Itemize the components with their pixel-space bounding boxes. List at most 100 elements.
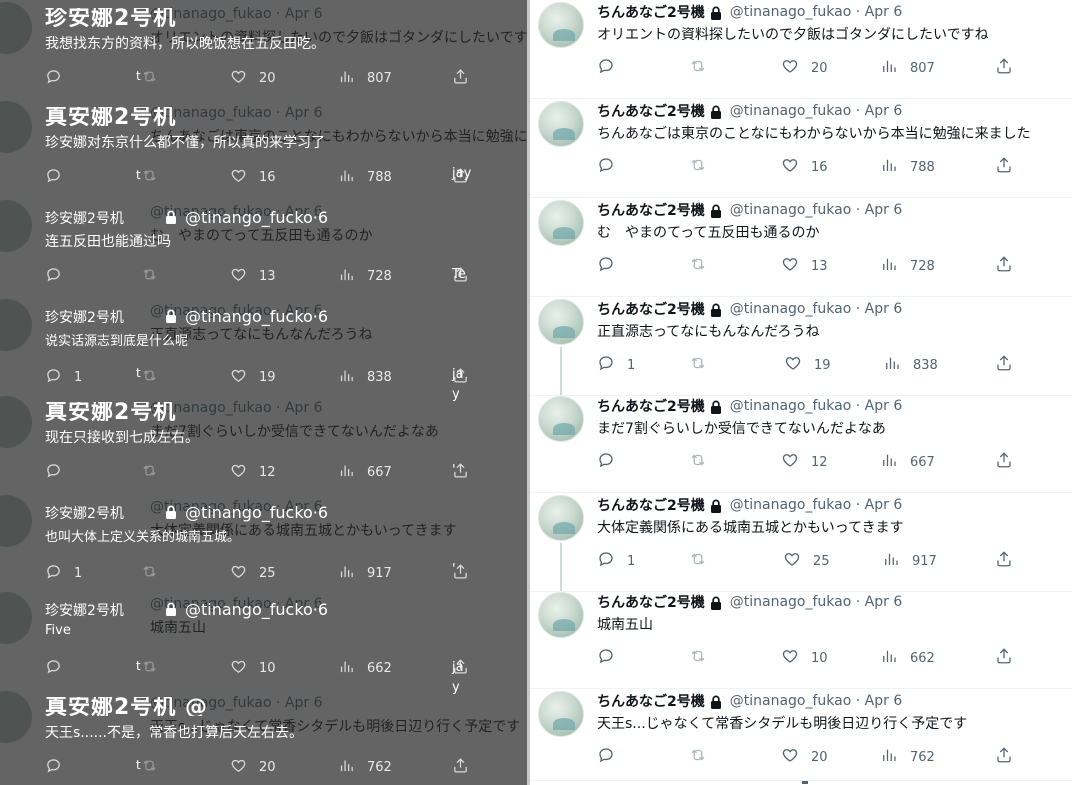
- display-name[interactable]: ちんあなご2号機: [597, 691, 705, 711]
- like-button[interactable]: 13: [230, 266, 276, 287]
- reply-button[interactable]: [597, 255, 627, 277]
- handle-date[interactable]: @tinanago_fukao · Apr 6: [730, 497, 902, 513]
- like-button[interactable]: 19: [230, 367, 276, 388]
- reply-button[interactable]: [45, 167, 74, 188]
- display-name[interactable]: ちんあなご2号機: [597, 495, 705, 515]
- like-button[interactable]: 10: [781, 647, 828, 669]
- tweet-card[interactable]: ちんあなご2号機 @tinanago_fukao · Apr 6 まだ7割ぐらいしか…: [530, 394, 1072, 493]
- like-button[interactable]: 20: [230, 68, 276, 89]
- reply-button[interactable]: 1: [45, 367, 82, 388]
- handle-date[interactable]: @tinanago_fukao · Apr 6: [730, 594, 902, 610]
- display-name[interactable]: ちんあなご2号機: [597, 2, 705, 22]
- reply-button[interactable]: [45, 658, 74, 679]
- views-button[interactable]: 662: [338, 658, 392, 679]
- like-button[interactable]: 16: [230, 167, 276, 188]
- reply-button[interactable]: [597, 156, 627, 178]
- share-button[interactable]: [995, 746, 1013, 768]
- retweet-button[interactable]: [141, 462, 158, 483]
- handle-date[interactable]: @tinanago_fukao · Apr 6: [730, 202, 902, 218]
- tweet-card[interactable]: ちんあなご2号機 @tinanago_fukao · Apr 6 大体定義関係にある…: [530, 493, 1072, 592]
- like-button[interactable]: 20: [781, 57, 828, 79]
- views-button[interactable]: 838: [883, 354, 938, 376]
- share-button[interactable]: [452, 68, 469, 89]
- views-button[interactable]: 838: [338, 367, 392, 388]
- views-button[interactable]: 762: [880, 746, 935, 768]
- share-button[interactable]: [452, 757, 469, 778]
- views-button[interactable]: 788: [880, 156, 935, 178]
- reply-button[interactable]: [45, 757, 74, 778]
- retweet-button[interactable]: [689, 156, 707, 178]
- retweet-button[interactable]: [689, 746, 707, 768]
- views-button[interactable]: 788: [338, 167, 392, 188]
- share-button[interactable]: [995, 451, 1013, 473]
- share-button[interactable]: [995, 255, 1013, 277]
- reply-button[interactable]: [597, 451, 627, 473]
- views-button[interactable]: 917: [338, 563, 392, 584]
- reply-button[interactable]: 1: [597, 550, 635, 572]
- reply-button[interactable]: [597, 746, 627, 768]
- avatar[interactable]: [538, 101, 584, 147]
- like-button[interactable]: 10: [230, 658, 276, 679]
- retweet-button[interactable]: [141, 563, 158, 584]
- display-name[interactable]: ちんあなご2号機: [597, 200, 705, 220]
- avatar[interactable]: [538, 396, 584, 442]
- views-button[interactable]: 667: [338, 462, 392, 483]
- like-button[interactable]: 19: [784, 354, 831, 376]
- retweet-button[interactable]: [689, 451, 707, 473]
- display-name[interactable]: ちんあなご2号機: [597, 592, 705, 612]
- avatar[interactable]: [538, 691, 584, 737]
- reply-button[interactable]: [597, 57, 627, 79]
- like-button[interactable]: 20: [781, 746, 828, 768]
- reply-button[interactable]: [45, 266, 74, 287]
- share-button[interactable]: [995, 156, 1013, 178]
- like-button[interactable]: 12: [781, 451, 828, 473]
- handle-date[interactable]: @tinanago_fukao · Apr 6: [730, 4, 902, 20]
- tweet-card[interactable]: ちんあなご2号機 @tinanago_fukao · Apr 6 む やまのてって五…: [530, 198, 1072, 297]
- avatar[interactable]: [538, 299, 584, 345]
- like-button[interactable]: 16: [781, 156, 828, 178]
- retweet-button[interactable]: [141, 68, 158, 89]
- reply-button[interactable]: [597, 647, 627, 669]
- display-name[interactable]: ちんあなご2号機: [597, 299, 705, 319]
- views-button[interactable]: 662: [880, 647, 935, 669]
- views-button[interactable]: 807: [880, 57, 935, 79]
- views-button[interactable]: 762: [338, 757, 392, 778]
- retweet-button[interactable]: [689, 354, 707, 376]
- retweet-button[interactable]: [689, 647, 707, 669]
- reply-button[interactable]: 1: [45, 563, 82, 584]
- retweet-button[interactable]: [689, 57, 707, 79]
- reply-button[interactable]: [45, 68, 74, 89]
- avatar[interactable]: [538, 200, 584, 246]
- retweet-button[interactable]: [141, 757, 158, 778]
- like-button[interactable]: 25: [230, 563, 276, 584]
- display-name[interactable]: ちんあなご2号機: [597, 396, 705, 416]
- avatar[interactable]: [538, 2, 584, 48]
- tweet-card[interactable]: ちんあなご2号機 @tinanago_fukao · Apr 6 天王s...じゃな…: [530, 689, 1072, 781]
- retweet-button[interactable]: [141, 658, 158, 679]
- avatar[interactable]: [538, 592, 584, 638]
- avatar[interactable]: [538, 495, 584, 541]
- handle-date[interactable]: @tinanago_fukao · Apr 6: [730, 693, 902, 709]
- share-button[interactable]: [995, 550, 1013, 572]
- share-button[interactable]: [995, 647, 1013, 669]
- handle-date[interactable]: @tinanago_fukao · Apr 6: [730, 398, 902, 414]
- tweet-card[interactable]: ちんあなご2号機 @tinanago_fukao · Apr 6 オリエントの資料探…: [530, 0, 1072, 99]
- share-button[interactable]: [995, 354, 1013, 376]
- like-button[interactable]: 20: [230, 757, 276, 778]
- share-button[interactable]: [995, 57, 1013, 79]
- tweet-card[interactable]: ちんあなご2号機 @tinanago_fukao · Apr 6 ちんあなごは東京の…: [530, 99, 1072, 198]
- like-button[interactable]: 13: [781, 255, 828, 277]
- views-button[interactable]: 728: [880, 255, 935, 277]
- views-button[interactable]: 917: [882, 550, 937, 572]
- retweet-button[interactable]: [689, 255, 707, 277]
- reply-button[interactable]: [45, 462, 74, 483]
- tweet-card[interactable]: ちんあなご2号機 @tinanago_fukao · Apr 6 城南五山 10 662: [530, 590, 1072, 689]
- handle-date[interactable]: @tinanago_fukao · Apr 6: [730, 301, 902, 317]
- views-button[interactable]: 728: [338, 266, 392, 287]
- views-button[interactable]: 807: [338, 68, 392, 89]
- tweet-card[interactable]: ちんあなご2号機 @tinanago_fukao · Apr 6 正直源志ってなにも…: [530, 297, 1072, 396]
- retweet-button[interactable]: [141, 167, 158, 188]
- display-name[interactable]: ちんあなご2号機: [597, 101, 705, 121]
- views-button[interactable]: 667: [880, 451, 935, 473]
- retweet-button[interactable]: [141, 367, 158, 388]
